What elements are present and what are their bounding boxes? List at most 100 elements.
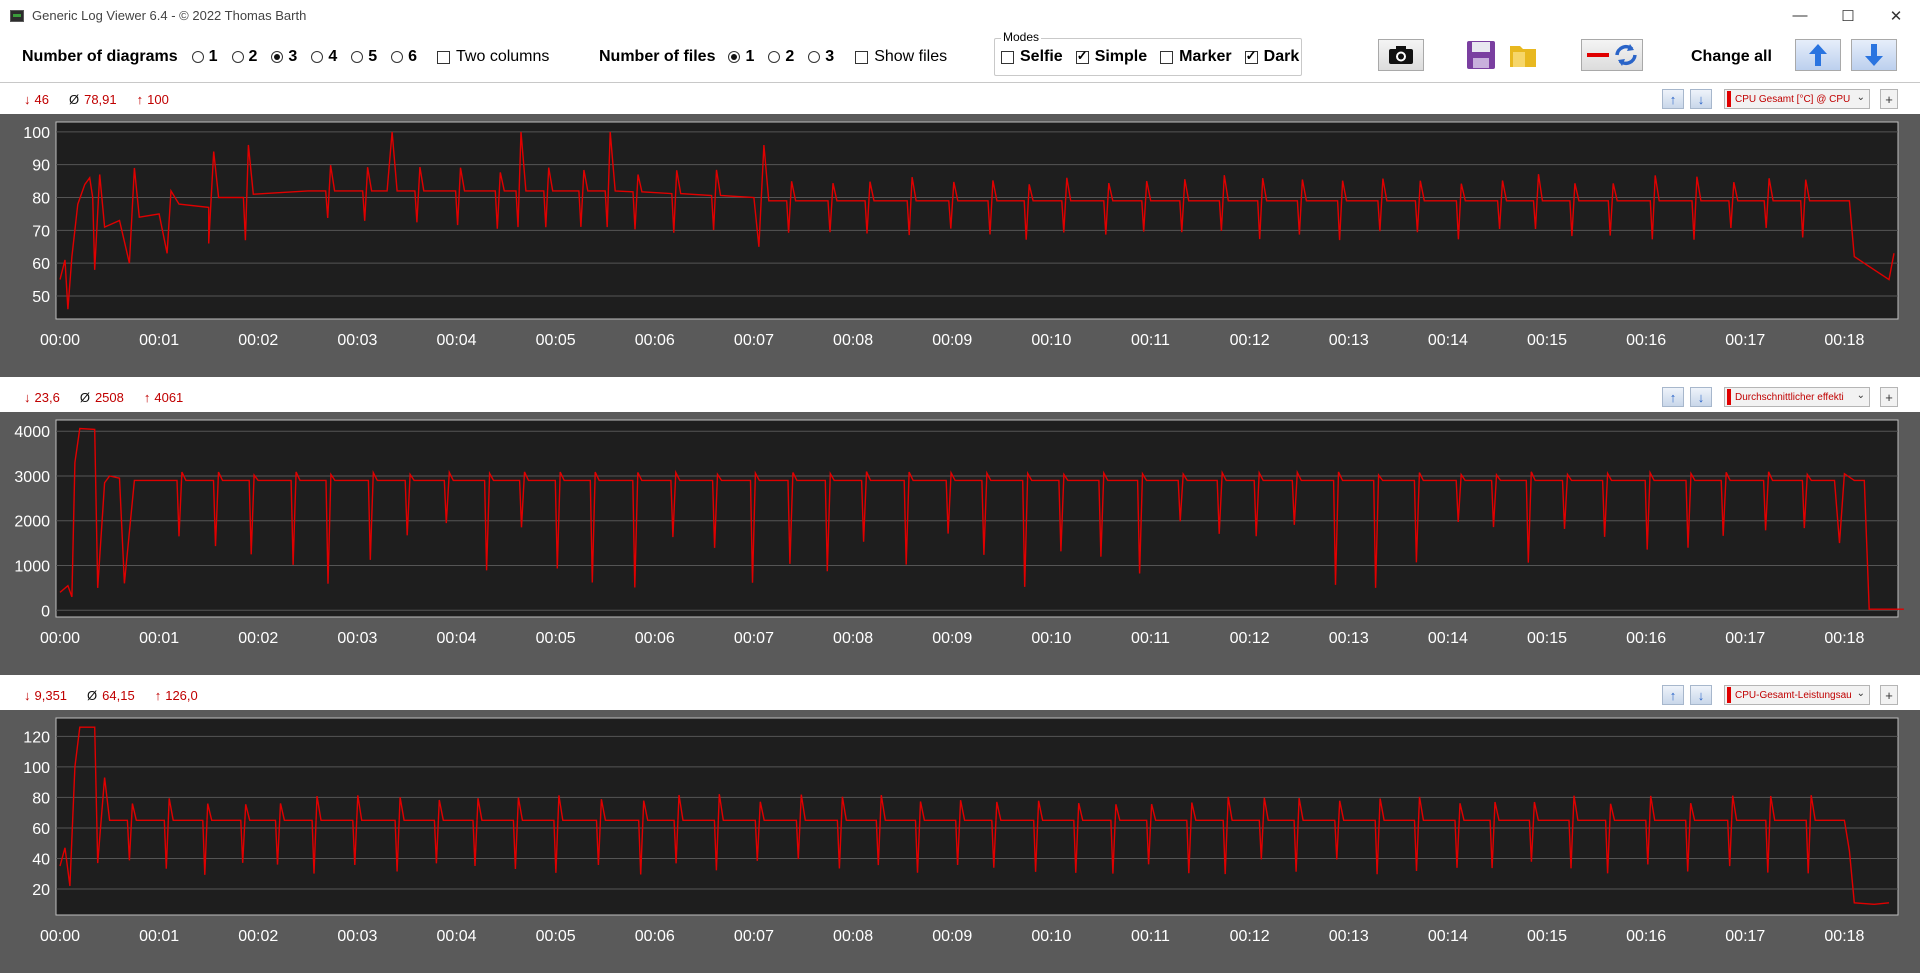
file-radio-1[interactable] xyxy=(728,51,741,63)
mode-marker-checkbox[interactable] xyxy=(1160,50,1174,64)
file-radio-2[interactable] xyxy=(768,51,781,63)
file-radio-3[interactable] xyxy=(808,51,821,63)
sensor-select[interactable]: Durchschnittlicher effekti ⌄ xyxy=(1724,387,1870,407)
stat-avg-value: 64,15 xyxy=(102,687,135,703)
file-option-1[interactable]: 1 xyxy=(728,48,754,66)
x-tick-label: 00:13 xyxy=(1329,332,1369,349)
stats-bar: ↓ 23,6 Ø 2508 ↑ 4061 ↑ ↓ Durchschnittlicher effe… xyxy=(0,382,1920,412)
save-icon xyxy=(1467,41,1495,69)
stat-max: ↑ 126,0 xyxy=(155,688,198,703)
x-tick-label: 00:18 xyxy=(1824,928,1864,945)
x-tick-label: 00:14 xyxy=(1428,630,1468,647)
line-chart: 20 40 60 80 100 120 00:00 00:01 00:02 00:03 00:04 0… xyxy=(23,717,1899,945)
refresh-icon xyxy=(1615,44,1637,66)
maximize-button[interactable]: ☐ xyxy=(1824,0,1872,31)
stats-bar: ↓ 46 Ø 78,91 ↑ 100 ↑ ↓ CPU Gesamt [°C] @ CPU [⌄ + xyxy=(0,84,1920,114)
add-sensor-button[interactable]: + xyxy=(1880,89,1898,109)
file-radio-group: 1 2 3 xyxy=(728,48,848,66)
y-tick-label: 20 xyxy=(32,882,50,899)
move-all-up-button[interactable] xyxy=(1795,39,1841,71)
avg-symbol-icon: Ø xyxy=(79,389,90,405)
two-columns-toggle[interactable]: Two columns xyxy=(437,48,549,66)
diagram-radio-group: 1 2 3 4 5 6 xyxy=(191,48,431,66)
diagram-radio-3[interactable] xyxy=(271,51,284,63)
mode-dark-checkbox[interactable] xyxy=(1244,48,1258,64)
diagram-radio-2[interactable] xyxy=(231,51,244,63)
x-tick-label: 00:13 xyxy=(1329,928,1369,945)
mode-selfie-checkbox[interactable] xyxy=(1001,50,1014,64)
change-all-label: Change all xyxy=(1691,48,1772,65)
chevron-down-icon: ⌄ xyxy=(1856,688,1865,699)
mode-simple-toggle[interactable]: Simple xyxy=(1075,48,1148,66)
y-tick-label: 100 xyxy=(23,760,50,777)
x-tick-label: 00:12 xyxy=(1230,630,1270,647)
folder-icon xyxy=(1510,46,1536,67)
diagram-radio-4[interactable] xyxy=(311,51,324,63)
mode-simple-checkbox[interactable] xyxy=(1075,48,1089,64)
file-option-3[interactable]: 3 xyxy=(808,48,834,66)
show-files-toggle[interactable]: Show files xyxy=(855,48,947,66)
move-diagram-down-button[interactable]: ↓ xyxy=(1690,89,1712,109)
close-button[interactable]: ✕ xyxy=(1872,0,1920,31)
y-tick-label: 60 xyxy=(32,256,50,273)
diagram-radio-1[interactable] xyxy=(191,51,204,63)
show-files-checkbox[interactable] xyxy=(855,50,869,64)
x-tick-label: 00:07 xyxy=(734,928,774,945)
show-files-label: Show files xyxy=(874,48,948,65)
diagram-option-5[interactable]: 5 xyxy=(351,48,377,66)
y-tick-label: 100 xyxy=(23,125,50,142)
two-columns-checkbox[interactable] xyxy=(437,50,451,64)
x-tick-label: 00:04 xyxy=(437,630,477,647)
x-tick-label: 00:09 xyxy=(932,630,972,647)
diagram-radio-label: 3 xyxy=(288,48,298,65)
mode-dark-toggle[interactable]: Dark xyxy=(1244,48,1299,66)
diagram-option-4[interactable]: 4 xyxy=(311,48,337,66)
diagram-radio-5[interactable] xyxy=(351,51,364,63)
min-arrow-icon: ↓ xyxy=(24,687,31,703)
move-diagram-up-button[interactable]: ↑ xyxy=(1662,89,1684,109)
avg-symbol-icon: Ø xyxy=(68,91,80,107)
diagram-option-6[interactable]: 6 xyxy=(391,48,417,66)
y-tick-label: 0 xyxy=(41,603,50,620)
file-option-2[interactable]: 2 xyxy=(768,48,794,66)
line-color-refresh-button[interactable] xyxy=(1581,39,1643,71)
diagram-option-2[interactable]: 2 xyxy=(231,48,257,66)
number-of-files-group: Number of files 1 2 3 Show files xyxy=(599,31,947,83)
move-diagram-down-button[interactable]: ↓ xyxy=(1690,685,1712,705)
x-tick-label: 00:12 xyxy=(1230,928,1270,945)
diagram-radio-6[interactable] xyxy=(391,51,404,63)
move-diagram-up-button[interactable]: ↑ xyxy=(1662,387,1684,407)
file-radio-label: 3 xyxy=(825,48,835,65)
move-diagram-up-button[interactable]: ↑ xyxy=(1662,685,1684,705)
x-tick-label: 00:03 xyxy=(337,928,377,945)
number-of-files-label: Number of files xyxy=(599,48,716,65)
max-arrow-icon: ↑ xyxy=(136,91,144,107)
minimize-button[interactable]: — xyxy=(1776,0,1824,31)
x-tick-label: 00:05 xyxy=(536,928,576,945)
sensor-select[interactable]: CPU-Gesamt-Leistungsau ⌄ xyxy=(1724,685,1870,705)
add-sensor-button[interactable]: + xyxy=(1880,685,1898,705)
sensor-select-value: CPU Gesamt [°C] @ CPU [ xyxy=(1735,93,1853,105)
mode-selfie-toggle[interactable]: Selfie xyxy=(1001,48,1063,66)
x-tick-label: 00:06 xyxy=(635,630,675,647)
x-tick-label: 00:07 xyxy=(734,630,774,647)
diagram-radio-label: 4 xyxy=(328,48,338,65)
diagram-option-1[interactable]: 1 xyxy=(191,48,218,66)
mode-marker-toggle[interactable]: Marker xyxy=(1160,48,1232,66)
move-all-down-button[interactable] xyxy=(1851,39,1897,71)
mode-label: Simple xyxy=(1094,48,1148,65)
x-tick-label: 00:12 xyxy=(1230,332,1270,349)
y-tick-label: 60 xyxy=(32,821,50,838)
diagram-option-3[interactable]: 3 xyxy=(271,48,297,66)
y-tick-label: 90 xyxy=(32,158,50,175)
y-tick-label: 40 xyxy=(32,851,50,868)
line-color-refresh-graphic xyxy=(1587,44,1637,66)
sensor-select[interactable]: CPU Gesamt [°C] @ CPU [⌄ xyxy=(1724,89,1870,109)
modes-group: Modes Selfie Simple Marker Dark xyxy=(994,30,1302,76)
move-diagram-down-button[interactable]: ↓ xyxy=(1690,387,1712,407)
screenshot-button[interactable] xyxy=(1378,39,1424,71)
add-sensor-button[interactable]: + xyxy=(1880,387,1898,407)
save-button[interactable] xyxy=(1465,39,1497,71)
open-folder-button[interactable] xyxy=(1507,39,1539,71)
x-tick-label: 00:15 xyxy=(1527,332,1567,349)
